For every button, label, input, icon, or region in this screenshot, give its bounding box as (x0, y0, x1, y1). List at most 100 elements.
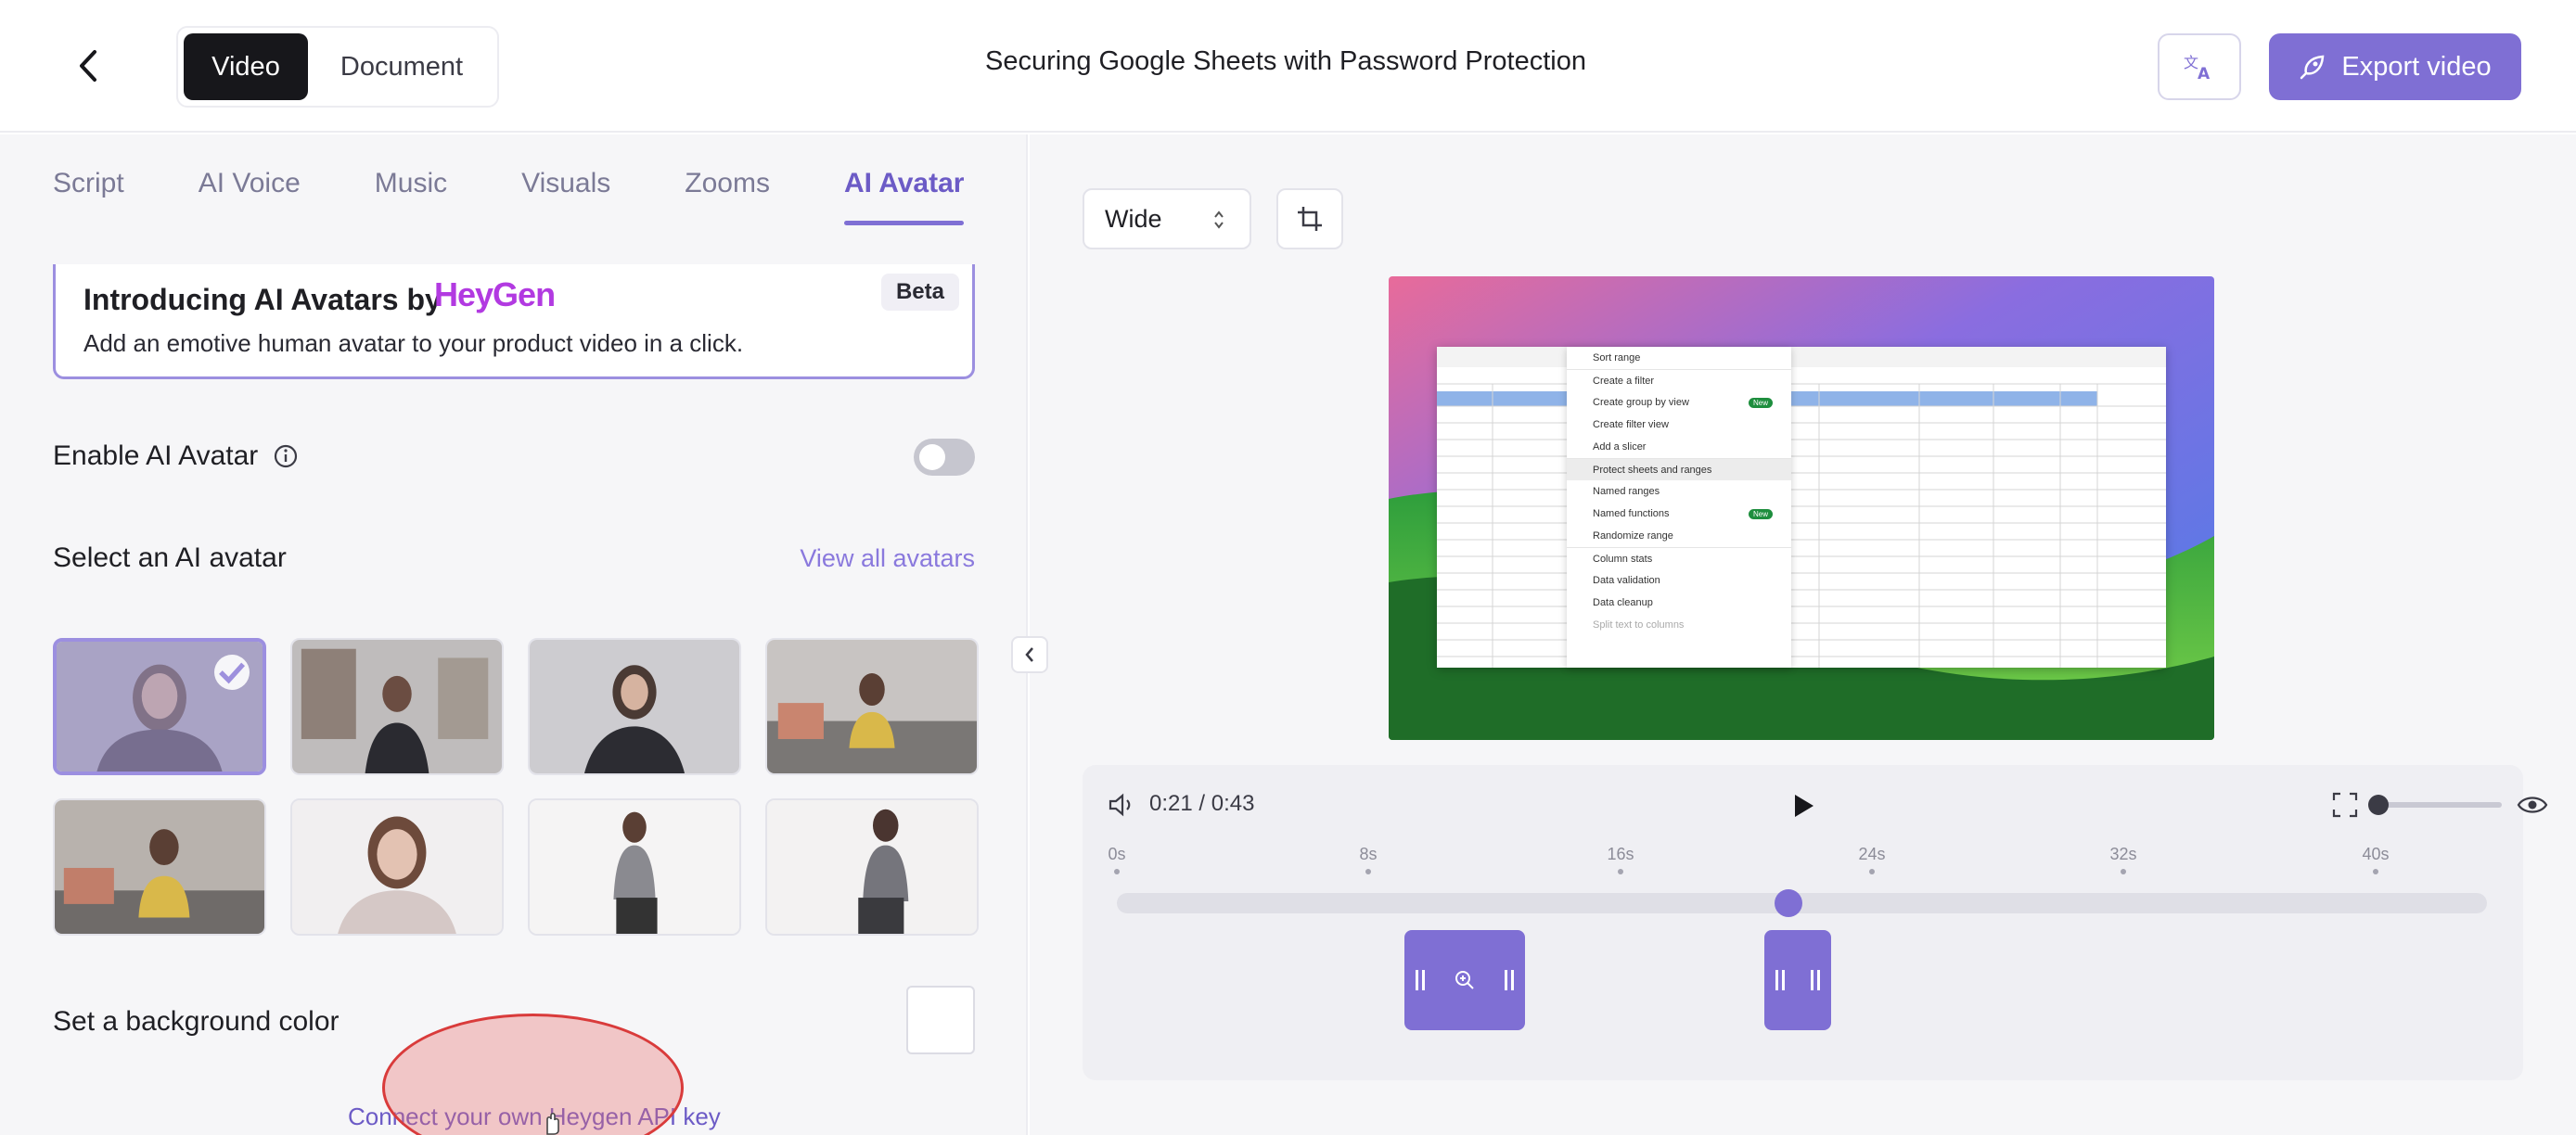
crop-button[interactable] (1276, 188, 1343, 249)
svg-text:A: A (2198, 65, 2211, 81)
menu-item[interactable]: Add a slicer (1567, 436, 1791, 458)
mode-document-button[interactable]: Document (314, 33, 490, 100)
clip-start-handle[interactable] (1775, 970, 1785, 990)
beta-badge: Beta (880, 274, 959, 311)
tick-label: 24s (1858, 845, 1886, 863)
mode-video-button[interactable]: Video (184, 33, 308, 100)
toggle-knob (919, 444, 945, 470)
back-button[interactable] (65, 37, 111, 95)
menu-item-protect-sheets[interactable]: Protect sheets and ranges (1567, 458, 1791, 480)
enable-avatar-row: Enable AI Avatar (53, 433, 975, 479)
view-all-avatars-link[interactable]: View all avatars (800, 544, 975, 573)
avatar-thumbnail (767, 640, 977, 773)
hand-cursor-icon (546, 1112, 559, 1135)
menu-item[interactable]: Column stats (1567, 547, 1791, 569)
avatar-option-8[interactable] (765, 798, 979, 936)
menu-item[interactable]: Create a filter (1567, 369, 1791, 391)
mode-toggle: Video Document (176, 26, 499, 108)
avatar-thumbnail (292, 800, 502, 934)
menu-item[interactable]: Create filter view (1567, 414, 1791, 436)
menu-item[interactable]: Sort range (1567, 347, 1791, 369)
intro-description: Add an emotive human avatar to your prod… (83, 329, 744, 357)
menu-item[interactable]: Split text to columns (1567, 614, 1791, 636)
tick-mark (2373, 869, 2378, 874)
zoom-slider[interactable] (2368, 795, 2502, 815)
tick-label: 16s (1607, 845, 1634, 863)
menu-item[interactable]: Randomize range (1567, 525, 1791, 547)
avatar-thumbnail (292, 640, 502, 773)
tick-mark (1114, 869, 1120, 874)
fullscreen-icon[interactable] (2331, 791, 2359, 819)
avatar-option-2[interactable] (290, 638, 504, 775)
tick-label: 40s (2362, 845, 2390, 863)
editor-tabs: Script AI Voice Music Visuals Zooms AI A… (53, 168, 975, 227)
select-avatar-row: Select an AI avatar View all avatars (53, 535, 975, 581)
intro-title: Introducing AI Avatars by (83, 283, 442, 316)
tab-script[interactable]: Script (53, 168, 124, 227)
eye-icon[interactable] (2517, 791, 2548, 819)
avatar-option-6[interactable] (290, 798, 504, 936)
menu-item[interactable]: Create group by view New (1567, 391, 1791, 414)
tick-mark (1365, 869, 1371, 874)
menu-item[interactable]: Data validation (1567, 569, 1791, 592)
new-badge: New (1748, 398, 1773, 408)
svg-text:文: 文 (2184, 54, 2198, 71)
menu-item[interactable]: Named functions New (1567, 503, 1791, 525)
background-color-swatch[interactable] (906, 986, 975, 1054)
tick-label: 32s (2109, 845, 2137, 863)
clip-end-handle[interactable] (1505, 970, 1514, 990)
timeline-playhead[interactable] (1774, 889, 1802, 917)
timeline-player: 0:21 / 0:43 0s 8s 16s 24s 32s 40s (1083, 765, 2548, 1080)
avatar-option-1[interactable] (53, 638, 266, 775)
avatar-option-5[interactable] (53, 798, 266, 936)
spreadsheet-grid (1437, 347, 2166, 668)
video-preview[interactable]: Sort range Create a filter Create group … (1389, 276, 2214, 740)
clip-start-handle[interactable] (1416, 970, 1425, 990)
avatar-option-7[interactable] (528, 798, 741, 936)
avatar-option-3[interactable] (528, 638, 741, 775)
spreadsheet-screenshot: Sort range Create a filter Create group … (1437, 347, 2166, 668)
chevron-left-icon (80, 50, 96, 82)
new-badge: New (1748, 509, 1773, 519)
translate-button[interactable]: 文 A (2158, 33, 2241, 100)
avatar-thumbnail (530, 640, 739, 773)
chevron-left-icon (1025, 647, 1033, 662)
crop-icon (1298, 207, 1322, 231)
time-readout: 0:21 / 0:43 (1149, 791, 1255, 816)
video-title[interactable]: Securing Google Sheets with Password Pro… (835, 46, 1737, 77)
zoom-clip[interactable] (1404, 930, 1525, 1030)
heygen-logo: HeyGen (434, 275, 556, 313)
collapse-panel-button[interactable] (1011, 636, 1048, 673)
clip-end-handle[interactable] (1811, 970, 1820, 990)
heygen-intro-card: Introducing AI Avatars by HeyGen Add an … (53, 264, 975, 379)
rocket-icon (2300, 55, 2325, 80)
zoom-slider-knob[interactable] (2368, 795, 2389, 815)
tab-music[interactable]: Music (375, 168, 447, 227)
export-video-button[interactable]: Export video (2269, 33, 2521, 100)
tab-zooms[interactable]: Zooms (685, 168, 770, 227)
select-arrows-icon (1214, 210, 1224, 229)
enable-avatar-label: Enable AI Avatar (53, 440, 259, 471)
tab-visuals[interactable]: Visuals (521, 168, 610, 227)
aspect-ratio-value: Wide (1105, 204, 1162, 233)
tick-mark (1618, 869, 1623, 874)
select-avatar-label: Select an AI avatar (53, 542, 287, 573)
menu-item[interactable]: Data cleanup (1567, 592, 1791, 614)
play-icon[interactable] (1786, 789, 1819, 823)
zoom-in-icon (1455, 971, 1474, 989)
info-icon[interactable] (273, 443, 299, 469)
settings-panel: Script AI Voice Music Visuals Zooms AI A… (0, 134, 1028, 1135)
aspect-ratio-select[interactable]: Wide (1083, 188, 1251, 249)
export-video-label: Export video (2341, 51, 2492, 82)
tab-ai-avatar[interactable]: AI Avatar (843, 168, 964, 227)
avatar-thumbnail (55, 800, 264, 934)
tick-label: 0s (1108, 845, 1126, 863)
top-bar: Video Document Securing Google Sheets wi… (0, 0, 2576, 133)
avatar-option-4[interactable] (765, 638, 979, 775)
selected-check-icon (214, 655, 250, 690)
enable-avatar-toggle[interactable] (914, 439, 975, 476)
zoom-clip[interactable] (1764, 930, 1831, 1030)
menu-item[interactable]: Named ranges (1567, 480, 1791, 503)
tab-ai-voice[interactable]: AI Voice (199, 168, 301, 227)
volume-icon[interactable] (1107, 789, 1138, 821)
